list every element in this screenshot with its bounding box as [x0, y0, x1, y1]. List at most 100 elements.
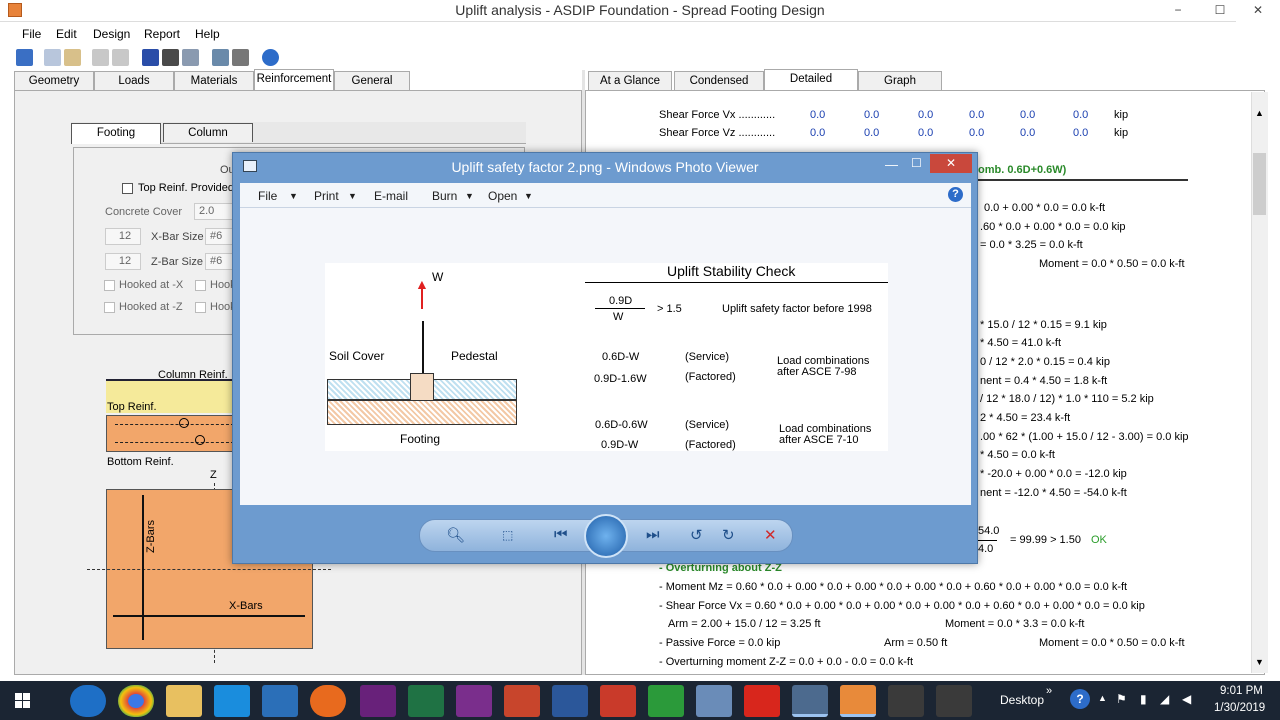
volume-icon[interactable]: ◀ [1182, 692, 1191, 706]
calculate-icon[interactable] [162, 49, 179, 66]
close-button[interactable]: ✕ [1236, 0, 1280, 22]
paste-icon[interactable] [64, 49, 81, 66]
previous-icon[interactable]: ⏮ [554, 526, 568, 543]
report-line: * 4.50 = 0.0 k-ft [980, 449, 1055, 461]
menu-help[interactable]: Help [195, 27, 220, 41]
media-icon-2[interactable] [936, 685, 972, 717]
clock-time[interactable]: 9:01 PM [1220, 685, 1263, 697]
concrete-cover-field[interactable]: 2.0 [194, 203, 234, 220]
app-icon-red[interactable] [600, 685, 636, 717]
menu-design[interactable]: Design [93, 27, 130, 41]
tab-graph[interactable]: Graph [858, 71, 942, 90]
desktop-toolbar-label[interactable]: Desktop [1000, 693, 1044, 707]
viewer-menu-print[interactable]: Print [314, 189, 339, 203]
viewer-maximize-button[interactable]: ☐ [911, 156, 922, 170]
copy-icon[interactable] [44, 49, 61, 66]
viewer-menu-burn[interactable]: Burn [432, 189, 457, 203]
hooked-x-checkbox[interactable] [104, 280, 115, 291]
scrollbar-thumb[interactable] [1253, 153, 1266, 215]
media-icon[interactable] [888, 685, 924, 717]
tab-detailed[interactable]: Detailed [764, 69, 858, 90]
hooked-x-label: Hooked at -X [119, 279, 184, 291]
x-bar-size-select[interactable]: #6 [205, 228, 235, 245]
acrobat-icon[interactable] [744, 685, 780, 717]
vx-value: 0.0 [810, 109, 826, 121]
z-bar-size-select[interactable]: #6 [205, 253, 235, 270]
unit-kip: kip [1114, 127, 1129, 139]
hooked-z-checkbox[interactable] [104, 302, 115, 313]
report-line: Moment = 0.0 * 0.50 = 0.0 k-ft [1039, 258, 1185, 270]
menu-report[interactable]: Report [144, 27, 180, 41]
visual-studio-icon[interactable] [360, 685, 396, 717]
menu-edit[interactable]: Edit [56, 27, 77, 41]
x-bar-count-field[interactable]: 12 [105, 228, 141, 245]
top-reinf-checkbox[interactable] [122, 183, 133, 194]
tray-expand-icon[interactable]: ▲ [1098, 693, 1107, 703]
viewer-menu-open[interactable]: Open [488, 189, 517, 203]
viewer-close-button[interactable]: ✕ [930, 154, 972, 173]
photo-viewer-taskbar-icon[interactable] [792, 685, 828, 717]
internet-explorer-icon[interactable] [70, 685, 106, 717]
minimize-button[interactable]: − [1164, 0, 1192, 22]
undo-icon[interactable] [92, 49, 109, 66]
firefox-icon[interactable] [310, 685, 346, 717]
tab-geometry[interactable]: Geometry [14, 71, 94, 90]
viewer-minimize-button[interactable]: — [885, 157, 898, 172]
vz-value: 0.0 [864, 127, 880, 139]
clock-date[interactable]: 1/30/2019 [1214, 702, 1265, 714]
file-explorer-icon[interactable] [166, 685, 202, 717]
menu-file[interactable]: File [22, 27, 41, 41]
download-icon[interactable] [648, 685, 684, 717]
print-icon[interactable] [232, 49, 249, 66]
settings-icon[interactable] [182, 49, 199, 66]
tab-general[interactable]: General [334, 71, 410, 90]
tools-icon[interactable] [696, 685, 732, 717]
help-icon[interactable] [262, 49, 279, 66]
chrome-icon[interactable] [118, 685, 154, 717]
design-icon[interactable] [142, 49, 159, 66]
asdip-taskbar-icon[interactable] [840, 685, 876, 717]
chevron-down-icon: ▼ [348, 191, 357, 201]
scroll-down-icon[interactable]: ▼ [1255, 657, 1264, 667]
actual-size-icon[interactable]: ⬚ [502, 528, 513, 542]
viewer-help-icon[interactable]: ? [948, 187, 963, 202]
scroll-up-icon[interactable]: ▲ [1255, 108, 1264, 118]
new-icon[interactable] [16, 49, 33, 66]
hooked-x2-checkbox[interactable] [195, 280, 206, 291]
word-icon[interactable] [552, 685, 588, 717]
windows-start-icon[interactable] [6, 685, 38, 717]
powerpoint-icon[interactable] [504, 685, 540, 717]
onenote-icon[interactable] [456, 685, 492, 717]
tab-reinforcement[interactable]: Reinforcement [254, 69, 334, 90]
zoom-icon[interactable]: 🔍︎ [446, 526, 465, 544]
viewer-menu-email[interactable]: E-mail [374, 189, 408, 203]
excel-icon[interactable] [408, 685, 444, 717]
tab-condensed[interactable]: Condensed [674, 71, 764, 90]
tab-loads[interactable]: Loads [94, 71, 174, 90]
preview-icon[interactable] [212, 49, 229, 66]
next-icon[interactable]: ⏭ [646, 526, 660, 543]
flag-icon[interactable]: ⚑ [1116, 692, 1127, 706]
report-line: Arm = 2.00 + 15.0 / 12 = 3.25 ft [668, 618, 821, 630]
help-tray-icon[interactable]: ? [1070, 689, 1090, 709]
tab-column[interactable]: Column [163, 123, 253, 142]
battery-icon[interactable]: ▮ [1140, 692, 1147, 706]
chevron-right-icon[interactable]: » [1046, 685, 1052, 697]
rotate-left-icon[interactable]: ↺ [690, 526, 703, 544]
delete-icon[interactable]: ✕ [764, 526, 777, 544]
z-bar-size-label: Z-Bar Size [151, 256, 203, 268]
onedrive-icon[interactable] [262, 685, 298, 717]
rotate-right-icon[interactable]: ↻ [722, 526, 735, 544]
wifi-icon[interactable]: ◢ [1160, 692, 1169, 706]
slideshow-button[interactable] [584, 514, 628, 558]
viewer-menu-file[interactable]: File [258, 189, 277, 203]
report-line: / 12 * 18.0 / 12) * 1.0 * 110 = 5.2 kip [980, 393, 1154, 405]
z-bar-count-field[interactable]: 12 [105, 253, 141, 270]
maximize-button[interactable]: ☐ [1206, 0, 1234, 22]
hooked-z2-checkbox[interactable] [195, 302, 206, 313]
redo-icon[interactable] [112, 49, 129, 66]
tab-at-a-glance[interactable]: At a Glance [588, 71, 672, 90]
tab-materials[interactable]: Materials [174, 71, 254, 90]
tab-footing[interactable]: Footing [71, 123, 161, 144]
dropbox-icon[interactable] [214, 685, 250, 717]
